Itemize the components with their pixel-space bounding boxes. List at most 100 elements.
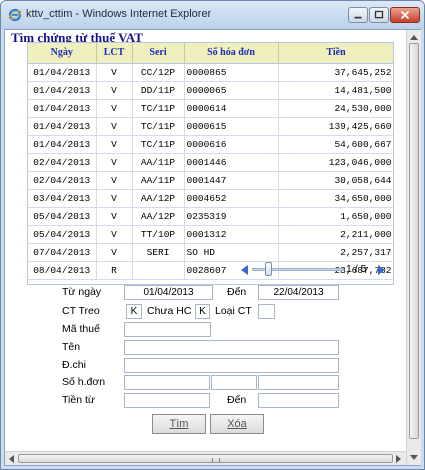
vertical-scrollbar[interactable] [406,30,421,465]
tien-tu-field[interactable] [124,393,210,408]
cell-invoice-no: 0001312 [184,225,279,244]
cell-seri: DD/11P [132,81,185,100]
scroll-down-arrow-icon[interactable] [410,455,418,460]
next-page-arrow-icon[interactable] [378,265,385,275]
so-hdon-field-2[interactable] [211,375,257,390]
pager: 1 / 5 [239,262,387,278]
cell-date: 01/04/2013 [28,81,97,100]
column-header-lct[interactable]: LCT [96,43,133,64]
table-row[interactable]: 02/04/2013 V AA/11P 0001446 123,046,000 [28,153,393,172]
horizontal-scroll-thumb[interactable] [18,454,393,463]
dchi-field[interactable] [124,358,339,373]
cell-seri: AA/12P [132,207,185,226]
cell-date: 01/04/2013 [28,99,97,118]
cell-invoice-no: SO HD [184,243,279,262]
minimize-icon [354,16,362,19]
cell-amount: 30,058,644 [278,171,393,190]
so-hdon-field-1[interactable] [124,375,210,390]
maximize-icon [374,10,384,19]
cell-lct: V [96,99,133,118]
cell-lct: V [96,171,133,190]
ma-thue-field[interactable] [124,322,211,337]
maximize-button[interactable] [369,7,389,23]
table-row[interactable]: 05/04/2013 V AA/12P 0235319 1,650,000 [28,207,393,226]
cell-seri: SERI [132,243,185,262]
tien-den-field[interactable] [258,393,339,408]
ten-field[interactable] [124,340,339,355]
table-row[interactable]: 05/04/2013 V TT/10P 0001312 2,211,000 [28,225,393,244]
cell-amount: 2,257,317 [278,243,393,262]
cell-seri: TC/11P [132,99,185,118]
cell-invoice-no: 0001447 [184,171,279,190]
cell-date: 01/04/2013 [28,135,97,154]
table-row[interactable]: 01/04/2013 V TC/11P 0000615 139,425,660 [28,117,393,136]
cell-invoice-no: 0000614 [184,99,279,118]
cell-seri: TT/10P [132,225,185,244]
table-row[interactable]: 01/04/2013 V DD/11P 0000065 14,481,500 [28,81,393,100]
title-bar[interactable]: kttv_cttim - Windows Internet Explorer [1,1,424,29]
minimize-button[interactable] [348,7,368,23]
cell-amount: 37,645,252 [278,63,393,82]
cell-invoice-no: 0000615 [184,117,279,136]
loai-ct-label: Loại CT [215,305,252,317]
dchi-label: Đ.chi [62,359,86,371]
table-row[interactable]: 01/04/2013 V CC/12P 0000865 37,645,252 [28,63,393,82]
cell-amount: 2,211,000 [278,225,393,244]
scroll-up-arrow-icon[interactable] [410,35,418,40]
cell-invoice-no: 0000616 [184,135,279,154]
to-date-label: Đến [227,286,247,298]
vertical-scroll-thumb[interactable] [409,43,419,439]
cell-seri [132,261,185,280]
cell-invoice-no: 0000065 [184,81,279,100]
column-header-seri[interactable]: Seri [132,43,185,64]
table-row[interactable]: 01/04/2013 V TC/11P 0000614 24,530,000 [28,99,393,118]
ct-treo-field[interactable]: K [126,304,142,319]
cell-seri: TC/11P [132,117,185,136]
cell-amount: 24,530,000 [278,99,393,118]
cell-date: 02/04/2013 [28,153,97,172]
cell-lct: V [96,63,133,82]
table-row[interactable]: 01/04/2013 V TC/11P 0000616 54,600,667 [28,135,393,154]
cell-lct: V [96,153,133,172]
table-header-row: Ngày LCT Seri Số hóa đơn Tiền [28,43,393,64]
clear-button[interactable]: Xóa [210,414,264,434]
tien-den-label: Đến [227,394,247,406]
scroll-left-arrow-icon[interactable] [9,455,14,463]
loai-ct-field[interactable] [258,304,275,319]
table-row[interactable]: 02/04/2013 V AA/11P 0001447 30,058,644 [28,171,393,190]
cell-invoice-no: 0235319 [184,207,279,226]
close-button[interactable] [390,7,420,23]
table-row[interactable]: 03/04/2013 V AA/12P 0004652 34,650,000 [28,189,393,208]
search-button[interactable]: Tìm [152,414,206,434]
from-date-field[interactable]: 01/04/2013 [124,285,213,300]
so-hdon-field-3[interactable] [258,375,339,390]
column-header-invoice-no[interactable]: Số hóa đơn [184,43,279,64]
cell-seri: TC/11P [132,135,185,154]
cell-seri: AA/11P [132,171,185,190]
cell-date: 02/04/2013 [28,171,97,190]
cell-amount: 34,650,000 [278,189,393,208]
chua-hc-field[interactable]: K [195,304,210,319]
cell-date: 03/04/2013 [28,189,97,208]
ma-thue-label: Mã thuế [62,323,100,335]
cell-lct: V [96,117,133,136]
table-row[interactable]: 07/04/2013 V SERI SO HD 2,257,317 [28,243,393,262]
page-indicator: 1 / 5 [346,263,367,275]
cell-lct: V [96,243,133,262]
pager-slider-thumb[interactable] [264,262,272,276]
cell-lct: V [96,189,133,208]
cell-lct: V [96,135,133,154]
browser-window: kttv_cttim - Windows Internet Explorer T… [0,0,425,470]
cell-amount: 139,425,660 [278,117,393,136]
column-header-amount[interactable]: Tiền [278,43,393,64]
cell-amount: 1,650,000 [278,207,393,226]
cell-date: 08/04/2013 [28,261,97,280]
column-header-date[interactable]: Ngày [28,43,97,64]
scroll-right-arrow-icon[interactable] [396,455,401,463]
ten-label: Tên [62,341,81,353]
horizontal-scrollbar[interactable] [5,451,406,465]
to-date-field[interactable]: 22/04/2013 [258,285,339,300]
cell-lct: R [96,261,133,280]
previous-page-arrow-icon[interactable] [241,265,248,275]
cell-date: 05/04/2013 [28,207,97,226]
